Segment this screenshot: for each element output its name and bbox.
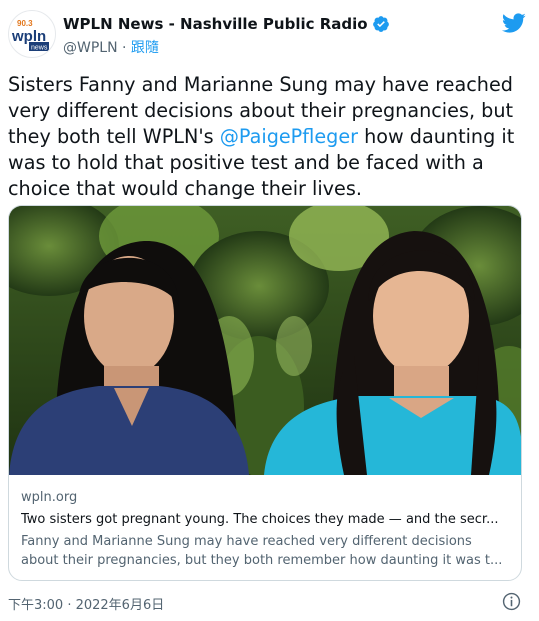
info-icon[interactable]	[502, 592, 521, 611]
verified-badge-icon	[372, 16, 389, 32]
card-domain: wpln.org	[21, 490, 78, 505]
display-name[interactable]: WPLN News - Nashville Public Radio	[63, 15, 368, 33]
link-card[interactable]: wpln.org Two sisters got pregnant young.…	[8, 205, 522, 581]
separator: ·	[122, 40, 127, 56]
card-image[interactable]	[9, 206, 522, 475]
follow-link[interactable]: 跟隨	[131, 40, 159, 56]
card-title[interactable]: Two sisters got pregnant young. The choi…	[21, 511, 511, 529]
twitter-bird-icon[interactable]	[501, 12, 526, 34]
handle[interactable]: @WPLN	[63, 40, 118, 56]
name-row: WPLN News - Nashville Public Radio	[63, 15, 390, 33]
tweet-text: Sisters Fanny and Marianne Sung may have…	[8, 72, 523, 202]
svg-text:news: news	[31, 45, 48, 52]
card-meta: wpln.org Two sisters got pregnant young.…	[21, 489, 511, 570]
handle-row: @WPLN · 跟隨	[63, 37, 159, 57]
wpln-logo: 90.3 wpln news	[11, 19, 49, 52]
mention-link[interactable]: @PaigePfleger	[220, 125, 358, 148]
card-description: Fanny and Marianne Sung may have reached…	[21, 534, 503, 568]
timestamp[interactable]: 下午3:00 · 2022年6月6日	[8, 594, 164, 613]
avatar[interactable]: 90.3 wpln news	[8, 10, 56, 58]
svg-text:90.3: 90.3	[17, 19, 33, 28]
